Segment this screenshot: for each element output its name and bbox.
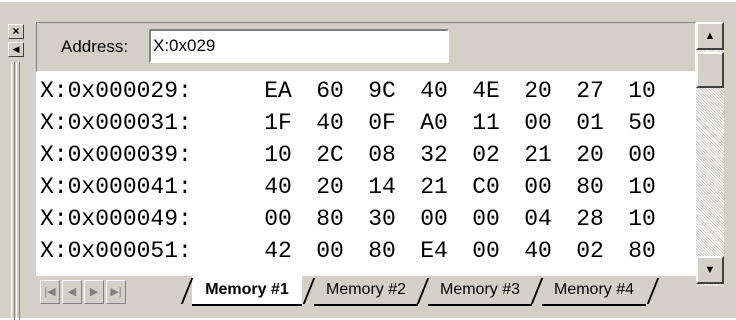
byte-value: 80	[576, 174, 604, 200]
tab-separator	[646, 278, 670, 304]
byte-value: 00	[524, 110, 552, 136]
memory-window: × ◀ Address: X:0x000029: EA 60 9C 40 4E 20 27 10…	[0, 0, 736, 320]
byte-value: 00	[472, 238, 500, 264]
byte-value: 20	[316, 174, 344, 200]
byte-value: 11	[472, 110, 500, 136]
byte-value: 00	[420, 206, 448, 232]
byte-value: EA	[264, 78, 292, 104]
byte-value: 00	[524, 174, 552, 200]
byte-value: 28	[576, 206, 604, 232]
byte-value: 40	[524, 238, 552, 264]
byte-value: 21	[420, 174, 448, 200]
byte-value: 30	[368, 206, 396, 232]
last-icon[interactable]: ▶|	[106, 280, 126, 304]
window-top-border	[0, 0, 736, 2]
row-address: X:0x000029:	[40, 78, 192, 104]
grip-bar[interactable]	[11, 62, 15, 320]
address-bar: Address:	[36, 22, 696, 72]
byte-value: 20	[576, 142, 604, 168]
byte-value: 1F	[264, 110, 292, 136]
byte-value: A0	[420, 110, 448, 136]
byte-value: 00	[264, 206, 292, 232]
close-icon[interactable]: ×	[8, 24, 24, 39]
tab-memory-3[interactable]: Memory #3	[428, 276, 532, 306]
arrow-down-icon[interactable]: ▼	[696, 256, 724, 284]
byte-value: 40	[264, 174, 292, 200]
arrow-left-icon[interactable]: ◀	[8, 42, 24, 57]
byte-value: 60	[316, 78, 344, 104]
memory-row: X:0x000049: 00 80 30 00 00 04 28 10	[40, 206, 668, 238]
scrollbar-thumb[interactable]	[696, 52, 724, 88]
byte-value: 80	[628, 238, 656, 264]
byte-value: 14	[368, 174, 396, 200]
row-address: X:0x000039:	[40, 142, 192, 168]
byte-value: 42	[264, 238, 292, 264]
tab-memory-4[interactable]: Memory #4	[542, 276, 646, 306]
grip-bar[interactable]	[16, 62, 20, 320]
memory-dump[interactable]: X:0x000029: EA 60 9C 40 4E 20 27 10 X:0x000031: 1F…	[36, 72, 696, 277]
address-input[interactable]	[149, 29, 449, 63]
vertical-scrollbar[interactable]: ▲ ▼	[696, 22, 724, 286]
byte-value: 00	[472, 206, 500, 232]
memory-panel: Address: X:0x000029:EA609C404E202710X:0x…	[36, 22, 696, 294]
row-address: X:0x000031:	[40, 110, 192, 136]
byte-value: 10	[628, 174, 656, 200]
byte-value: 08	[368, 142, 396, 168]
byte-value: 04	[524, 206, 552, 232]
docking-grip[interactable]: × ◀	[8, 22, 24, 320]
byte-value: 20	[524, 78, 552, 104]
byte-value: 50	[628, 110, 656, 136]
byte-value: 2C	[316, 142, 344, 168]
byte-value: 02	[472, 142, 500, 168]
tab-memory-2[interactable]: Memory #2	[314, 276, 418, 306]
row-address: X:0x000049:	[40, 206, 192, 232]
memory-row: X:0x000031: 1F 40 0F A0 11 00 01 50	[40, 110, 668, 142]
byte-value: 4E	[472, 78, 500, 104]
prev-icon[interactable]: ◀	[62, 280, 82, 304]
memory-row: X:0x000039: 10 2C 08 32 02 21 20 00	[40, 142, 668, 174]
row-address: X:0x000051:	[40, 238, 192, 264]
memory-row: X:0x000029: EA 60 9C 40 4E 20 27 10	[40, 78, 668, 110]
memory-row: X:0x000041: 40 20 14 21 C0 00 80 10	[40, 174, 668, 206]
byte-value: 00	[316, 238, 344, 264]
byte-value: 80	[316, 206, 344, 232]
byte-value: 02	[576, 238, 604, 264]
byte-value: 01	[576, 110, 604, 136]
first-icon[interactable]: |◀	[40, 280, 60, 304]
byte-value: 32	[420, 142, 448, 168]
byte-value: 40	[316, 110, 344, 136]
row-address: X:0x000041:	[40, 174, 192, 200]
byte-value: 21	[524, 142, 552, 168]
byte-value: 10	[264, 142, 292, 168]
byte-value: 80	[368, 238, 396, 264]
byte-value: C0	[472, 174, 500, 200]
tab-memory-1[interactable]: Memory #1	[192, 276, 302, 306]
byte-value: 27	[576, 78, 604, 104]
byte-value: 0F	[368, 110, 396, 136]
byte-value: 9C	[368, 78, 396, 104]
memory-row: X:0x000051: 42 00 80 E4 00 40 02 80	[40, 238, 668, 270]
next-icon[interactable]: ▶	[84, 280, 104, 304]
byte-value: E4	[420, 238, 448, 264]
address-label: Address:	[61, 37, 129, 56]
tab-bar: |◀ ◀ ▶ ▶| Memory #1 Memory #2 Memory #3 …	[36, 276, 696, 306]
byte-value: 40	[420, 78, 448, 104]
byte-value: 00	[628, 142, 656, 168]
byte-value: 10	[628, 206, 656, 232]
byte-value: 10	[628, 78, 656, 104]
arrow-up-icon[interactable]: ▲	[696, 22, 724, 50]
